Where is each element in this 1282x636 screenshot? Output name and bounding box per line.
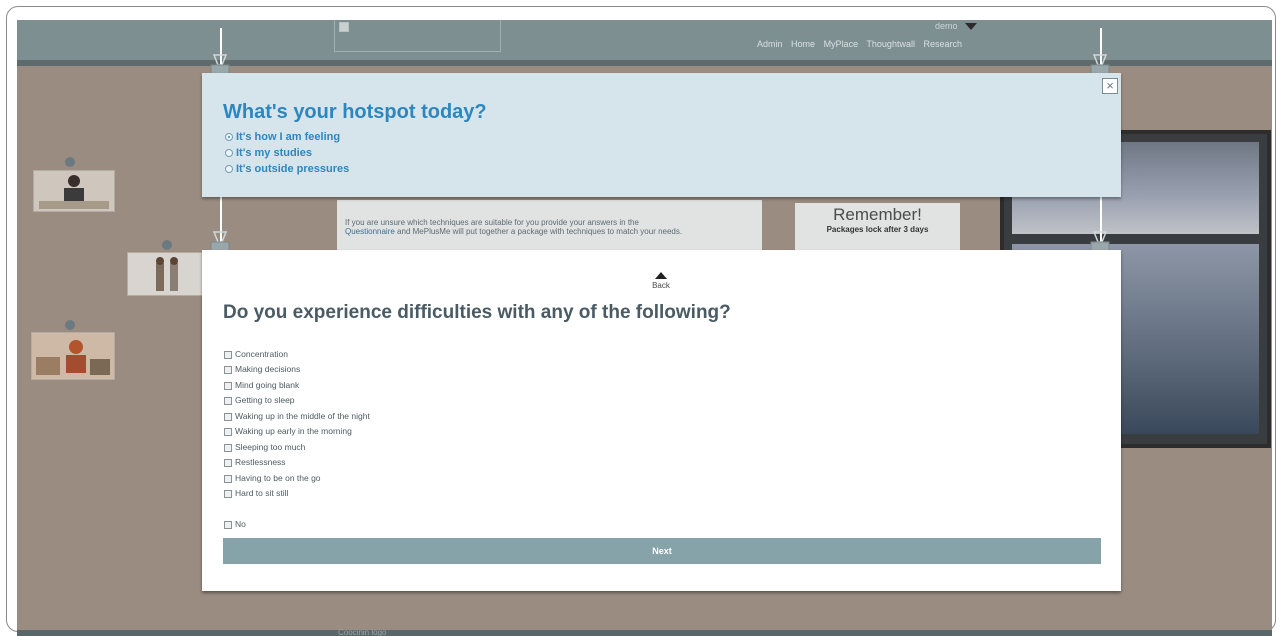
hotspot-option-feeling[interactable]: It's how I am feeling [225, 131, 340, 143]
checkbox-label: Hard to sit still [235, 488, 289, 498]
checkbox-label: Having to be on the go [235, 473, 321, 483]
remember-card: Remember! Packages lock after 3 days [795, 203, 960, 257]
questionnaire-link[interactable]: Questionnaire [345, 227, 395, 236]
option-label: It's how I am feeling [236, 131, 341, 143]
checkbox-label: Waking up early in the morning [235, 426, 352, 436]
checkbox-item[interactable]: Restlessness [224, 457, 286, 467]
checkbox-item[interactable]: Waking up early in the morning [224, 426, 352, 436]
header-shelf [17, 60, 1272, 66]
checkbox-icon[interactable] [224, 443, 232, 452]
note-text: If you are unsure which techniques are s… [345, 218, 639, 227]
checkbox-icon[interactable] [224, 412, 232, 421]
back-label: Back [652, 281, 670, 290]
close-icon[interactable]: × [1102, 78, 1118, 94]
checkbox-item[interactable]: Making decisions [224, 364, 300, 374]
caret-down-icon[interactable] [965, 23, 977, 30]
checkbox-item-none[interactable]: No [224, 519, 246, 529]
nav-thoughtwall[interactable]: Thoughtwall [866, 39, 915, 49]
nav-admin[interactable]: Admin [757, 39, 783, 49]
radio-selected-icon[interactable] [225, 133, 233, 142]
back-button[interactable]: Back [652, 272, 670, 290]
checkbox-item[interactable]: Hard to sit still [224, 488, 288, 498]
couple-illustration-icon [128, 253, 208, 295]
checkbox-item[interactable]: Sleeping too much [224, 442, 305, 452]
student-illustration-icon [32, 333, 114, 379]
checkbox-label: Sleeping too much [235, 442, 306, 452]
pin-icon [162, 240, 172, 250]
arrow-up-icon[interactable] [655, 272, 667, 279]
pin-icon [65, 320, 75, 330]
wall-photo-person[interactable] [33, 170, 115, 212]
checkbox-icon[interactable] [224, 427, 232, 436]
next-button[interactable]: Next [223, 538, 1101, 564]
footer-logo-alt: Coocinin logo [338, 628, 387, 636]
hotspot-panel: What's your hotspot today? It's how I am… [202, 73, 1121, 197]
remember-title: Remember! [833, 205, 922, 224]
radio-icon[interactable] [225, 149, 233, 158]
logo-placeholder [334, 20, 501, 52]
wall-photo-couple[interactable] [127, 252, 209, 296]
user-menu[interactable]: demo [935, 21, 958, 31]
wall-photo-student[interactable] [31, 332, 115, 380]
nav-research[interactable]: Research [923, 39, 962, 49]
checkbox-item[interactable]: Having to be on the go [224, 473, 321, 483]
remember-subtitle: Packages lock after 3 days [826, 225, 929, 234]
question-title: Do you experience difficulties with any … [223, 302, 731, 323]
checkbox-label: Concentration [235, 349, 288, 359]
note-text-after: and MePlusMe will put together a package… [397, 227, 683, 236]
questionnaire-panel: Back Do you experience difficulties with… [202, 250, 1121, 591]
checkbox-icon[interactable] [224, 474, 232, 483]
checkbox-label: No [235, 519, 246, 529]
option-label: It's outside pressures [236, 163, 350, 175]
option-label: It's my studies [236, 147, 312, 159]
top-nav-bar: demo Admin Home MyPlace Thoughtwall Rese… [17, 20, 1272, 60]
hotspot-option-pressures[interactable]: It's outside pressures [225, 163, 349, 175]
checkbox-label: Mind going blank [235, 380, 300, 390]
hotspot-option-studies[interactable]: It's my studies [225, 147, 312, 159]
main-nav: Admin Home MyPlace Thoughtwall Research [757, 39, 968, 49]
checkbox-label: Restlessness [235, 457, 286, 467]
checkbox-icon[interactable] [224, 520, 232, 529]
nav-home[interactable]: Home [791, 39, 815, 49]
pin-icon [65, 157, 75, 167]
footer-bar [17, 630, 1272, 636]
checkbox-icon[interactable] [224, 350, 232, 359]
checkbox-icon[interactable] [224, 396, 232, 405]
radio-icon[interactable] [225, 165, 233, 174]
checkbox-item[interactable]: Concentration [224, 349, 288, 359]
checkbox-icon[interactable] [224, 489, 232, 498]
broken-image-icon [339, 22, 349, 32]
checkbox-icon[interactable] [224, 458, 232, 467]
checkbox-label: Waking up in the middle of the night [235, 411, 370, 421]
checkbox-item[interactable]: Mind going blank [224, 380, 299, 390]
nav-myplace[interactable]: MyPlace [824, 39, 859, 49]
checkbox-label: Getting to sleep [235, 395, 295, 405]
questionnaire-note: If you are unsure which techniques are s… [337, 200, 762, 254]
checkbox-label: Making decisions [235, 364, 301, 374]
checkbox-item[interactable]: Getting to sleep [224, 395, 295, 405]
checkbox-icon[interactable] [224, 365, 232, 374]
checkbox-item[interactable]: Waking up in the middle of the night [224, 411, 370, 421]
hotspot-title: What's your hotspot today? [223, 101, 487, 123]
checkbox-icon[interactable] [224, 381, 232, 390]
person-illustration-icon [34, 171, 114, 211]
